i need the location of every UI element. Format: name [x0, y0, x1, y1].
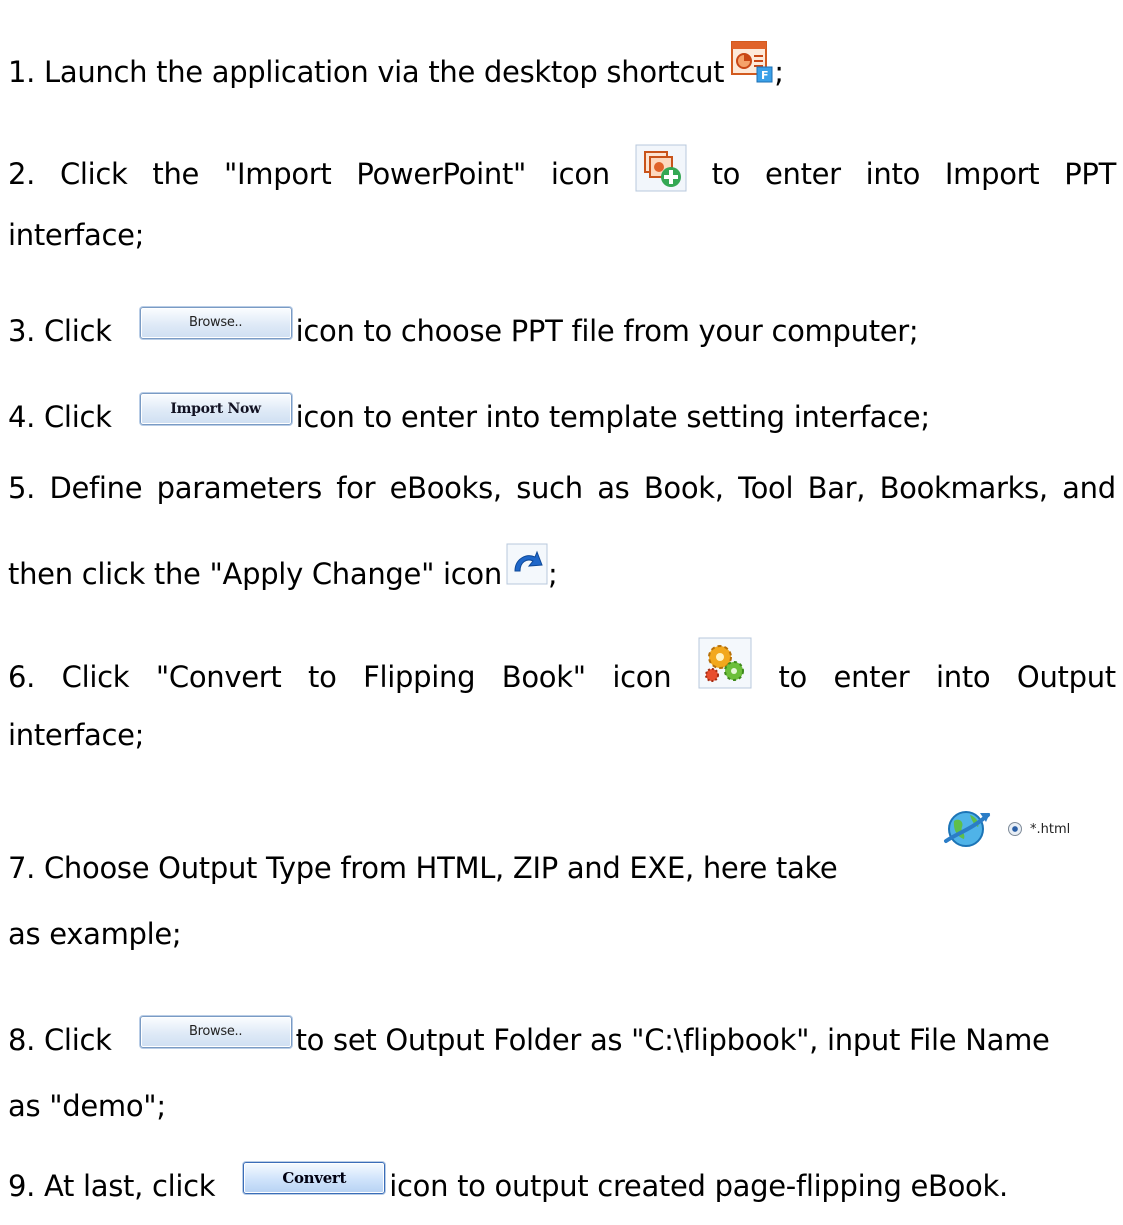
step-4-text-2: icon to enter into template setting inte…: [295, 400, 931, 434]
step-5-end: ;: [547, 557, 558, 591]
step-2-word: Import: [944, 157, 1040, 191]
convert-label: Convert: [282, 1169, 347, 1187]
step-8-cont: as "demo";: [8, 1089, 166, 1123]
step-5-word: Tool: [738, 471, 794, 505]
step-2-word: into: [865, 157, 921, 191]
step-5-word: such: [516, 471, 583, 505]
browse-output-button[interactable]: Browse..: [139, 1016, 292, 1048]
step-6-word: enter: [833, 660, 910, 694]
step-4: 4. Click Import Now icon to enter into t…: [8, 393, 931, 435]
import-powerpoint-icon[interactable]: [635, 144, 687, 192]
step-2: 2. Click the "Import PowerPoint" icon to…: [8, 144, 1116, 198]
step-5-word: Bar,: [807, 471, 866, 505]
step-6-word: "Convert: [155, 660, 282, 694]
step-2-word: Click: [59, 157, 128, 191]
step-5-word: Book,: [643, 471, 724, 505]
step-2-cont: interface;: [8, 218, 145, 252]
convert-button[interactable]: Convert: [243, 1162, 386, 1194]
step-5-word: 5.: [8, 471, 36, 505]
globe-icon: [944, 811, 990, 847]
step-2-word: enter: [764, 157, 841, 191]
step-5-word: as: [597, 471, 630, 505]
html-output-option[interactable]: *.html: [942, 802, 1118, 856]
step-5-cont-text: then click the "Apply Change" icon: [8, 557, 502, 591]
step-3-text-2: icon to choose PPT file from your comput…: [295, 314, 919, 348]
step-6-word: to: [308, 660, 337, 694]
step-6-word: Output: [1016, 660, 1116, 694]
step-9: 9. At last, click Convert icon to output…: [8, 1162, 1008, 1204]
step-6-word: to: [778, 660, 807, 694]
step-6-word: icon: [612, 660, 672, 694]
step-6-cont: interface;: [8, 718, 145, 752]
step-5-word: eBooks,: [389, 471, 503, 505]
step-5-word: Bookmarks,: [879, 471, 1049, 505]
step-6-word: Book": [501, 660, 586, 694]
svg-text:F: F: [761, 69, 768, 82]
browse-output-label: Browse..: [188, 1024, 243, 1039]
step-8-text-2: to set Output Folder as "C:\flipbook", i…: [295, 1023, 1050, 1057]
step-2-word: PowerPoint": [356, 157, 527, 191]
import-now-label: Import Now: [170, 401, 261, 417]
html-radio-label: *.html: [1030, 821, 1071, 837]
step-2-word: icon: [550, 157, 610, 191]
step-5-word: for: [336, 471, 376, 505]
step-6-word: 6.: [8, 660, 36, 694]
step-6-word: into: [935, 660, 991, 694]
step-8: 8. Click Browse.. to set Output Folder a…: [8, 1016, 1050, 1058]
convert-flipping-book-icon[interactable]: [698, 637, 752, 689]
step-3-text: 3. Click: [8, 314, 112, 348]
step-2-word: 2.: [8, 157, 36, 191]
step-9-text-2: icon to output created page-flipping eBo…: [389, 1169, 1008, 1203]
step-5: 5. Define parameters for eBooks, such as…: [8, 470, 1116, 506]
browse-button[interactable]: Browse..: [139, 307, 292, 339]
step-5-word: parameters: [156, 471, 323, 505]
step-6-word: Click: [61, 660, 130, 694]
step-1: 1. Launch the application via the deskto…: [8, 41, 784, 94]
step-6: 6. Click "Convert to Flipping Book" icon…: [8, 637, 1116, 703]
step-8-text: 8. Click: [8, 1023, 112, 1057]
step-1-end: ;: [774, 55, 784, 89]
step-9-text: 9. At last, click: [8, 1169, 216, 1203]
step-2-word: to: [711, 157, 741, 191]
step-5-cont: then click the "Apply Change" icon ;: [8, 543, 558, 597]
step-2-word: the: [152, 157, 200, 191]
step-7: 7. Choose Output Type from HTML, ZIP and…: [8, 851, 838, 885]
flipbook-app-shortcut-icon[interactable]: F: [730, 40, 774, 83]
import-now-button[interactable]: Import Now: [139, 393, 292, 425]
step-4-text: 4. Click: [8, 400, 112, 434]
step-5-word: Define: [49, 471, 143, 505]
step-3: 3. Click Browse.. icon to choose PPT fil…: [8, 307, 919, 349]
step-5-word: and: [1062, 471, 1116, 505]
radio-selected-icon[interactable]: [1008, 822, 1022, 836]
step-1-text: 1. Launch the application via the deskto…: [8, 55, 725, 89]
step-6-word: Flipping: [363, 660, 476, 694]
step-2-word: "Import: [223, 157, 332, 191]
step-7-cont: as example;: [8, 917, 182, 951]
step-2-word: PPT: [1064, 157, 1116, 191]
apply-change-icon[interactable]: [506, 543, 548, 585]
browse-button-label: Browse..: [188, 315, 243, 330]
